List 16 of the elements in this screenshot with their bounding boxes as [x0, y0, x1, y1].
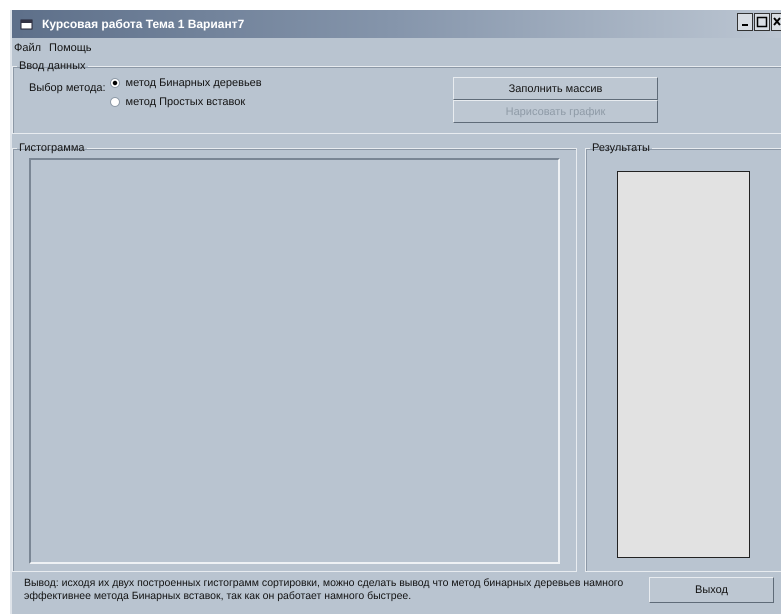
action-button[interactable]: Заполнить массив	[453, 77, 658, 100]
menu-item[interactable]: Помощь	[49, 42, 92, 56]
group-title: Ввод данных	[18, 60, 86, 72]
group-title: Результаты	[591, 142, 651, 154]
group-title: Гистограмма	[18, 142, 86, 154]
close-icon[interactable]	[771, 13, 781, 31]
window-icon	[20, 18, 34, 30]
exit-button[interactable]: Выход	[649, 577, 774, 603]
window-title: Курсовая работа Тема 1 Вариант7	[42, 17, 246, 31]
conclusion-text: Вывод: исходя их двух построенных гистограмм сортировки, можно сделать вывод что метод бинарных деревьев намного эффективнее метода Бинарных вставок, так как он работает намного быстрее.	[24, 577, 624, 603]
radio-option[interactable]: метод Простых вставок	[110, 96, 262, 108]
minimize-icon[interactable]	[737, 13, 753, 31]
menu-item[interactable]: Файл	[14, 42, 42, 56]
radio-option[interactable]: метод Бинарных деревьев	[110, 77, 262, 89]
method-label: Выбор метода:	[29, 82, 106, 96]
maximize-icon[interactable]	[754, 13, 770, 31]
